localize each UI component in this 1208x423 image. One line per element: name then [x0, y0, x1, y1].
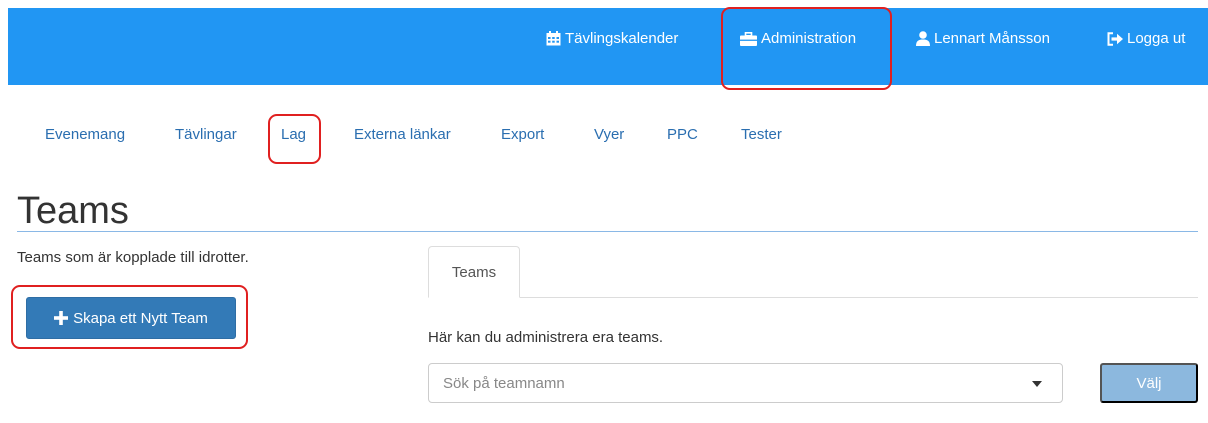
highlight-administration — [721, 7, 892, 90]
calendar-icon — [546, 31, 561, 46]
team-search-placeholder: Sök på teamnamn — [443, 374, 565, 392]
nav-user-label: Lennart Månsson — [934, 30, 1050, 47]
subnav-ppc[interactable]: PPC — [667, 126, 698, 143]
plus-icon — [54, 311, 69, 325]
tab-strip-border — [428, 297, 1198, 298]
caret-down-icon — [1032, 381, 1042, 387]
nav-logout[interactable]: Logga ut — [1107, 0, 1185, 77]
subnav-evenemang[interactable]: Evenemang — [45, 126, 125, 143]
title-divider — [17, 231, 1198, 232]
subnav-externa-lankar[interactable]: Externa länkar — [354, 126, 451, 143]
select-team-button[interactable]: Välj — [1100, 363, 1198, 403]
subnav-tavlingar[interactable]: Tävlingar — [175, 126, 237, 143]
team-search-select[interactable]: Sök på teamnamn — [428, 363, 1063, 403]
intro-text: Teams som är kopplade till idrotter. — [17, 249, 249, 266]
nav-user-profile[interactable]: Lennart Månsson — [916, 0, 1050, 77]
logout-icon — [1107, 31, 1123, 46]
nav-tavlingskalender-label: Tävlingskalender — [565, 30, 679, 47]
tab-teams[interactable]: Teams — [428, 246, 520, 298]
nav-logout-label: Logga ut — [1127, 30, 1186, 47]
subnav-vyer[interactable]: Vyer — [594, 126, 624, 143]
page-title: Teams — [17, 190, 129, 232]
subnav-lag[interactable]: Lag — [281, 126, 306, 143]
subnav-export[interactable]: Export — [501, 126, 544, 143]
create-team-label: Skapa ett Nytt Team — [73, 309, 208, 327]
user-icon — [916, 31, 930, 46]
create-team-button[interactable]: Skapa ett Nytt Team — [26, 297, 236, 339]
tab-teams-label: Teams — [451, 263, 497, 281]
subnav-tester[interactable]: Tester — [741, 126, 782, 143]
nav-tavlingskalender[interactable]: Tävlingskalender — [546, 0, 678, 77]
help-text: Här kan du administrera era teams. — [428, 329, 664, 346]
